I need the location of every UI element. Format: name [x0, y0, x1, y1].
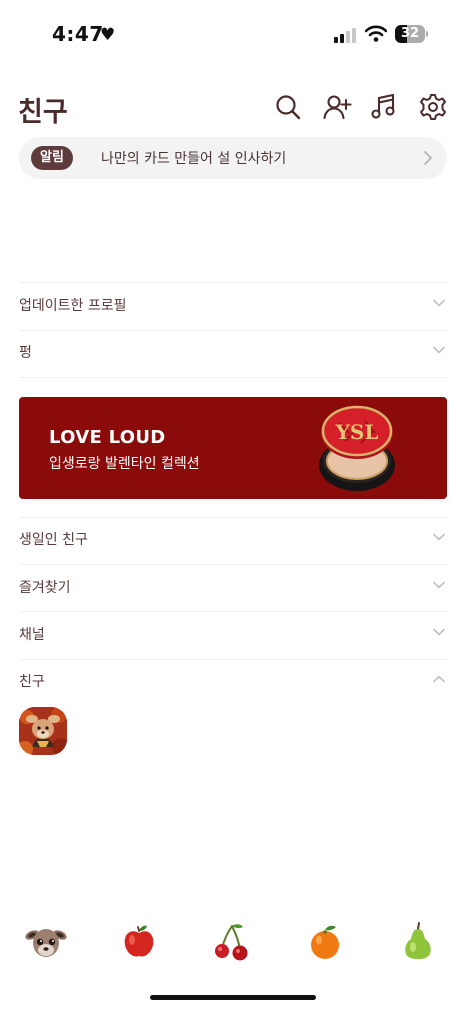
add-friend-icon[interactable]: [322, 92, 352, 122]
home-indicator[interactable]: [150, 995, 316, 1000]
section-label: 업데이트한 프로필: [19, 298, 127, 314]
chevron-up-icon: [433, 675, 445, 683]
chevron-down-icon: [433, 533, 445, 541]
section-label: 채널: [19, 627, 45, 643]
section-friends[interactable]: 친구: [19, 665, 447, 695]
friend-avatar[interactable]: [19, 707, 67, 755]
search-icon[interactable]: [273, 92, 303, 122]
chevron-right-icon: [424, 151, 432, 165]
section-pung[interactable]: 펑: [19, 336, 447, 366]
divider: [19, 659, 447, 660]
ad-banner[interactable]: LOVE LOUD 입생로랑 발렌타인 컬렉션 YSL: [19, 397, 447, 499]
status-bar: 4:47 ♥ 32: [0, 0, 466, 70]
section-channels[interactable]: 채널: [19, 618, 447, 648]
section-updated-profiles[interactable]: 업데이트한 프로필: [19, 289, 447, 319]
deer-icon[interactable]: [24, 920, 68, 964]
chevron-down-icon: [433, 299, 445, 307]
banner-subtitle: 입생로랑 발렌타인 컬렉션: [49, 456, 200, 472]
cellular-signal-icon: [334, 27, 358, 43]
pear-icon[interactable]: [396, 920, 440, 964]
section-label: 친구: [19, 674, 45, 690]
wifi-icon: [364, 25, 388, 46]
divider: [19, 377, 447, 378]
page-title: 친구: [18, 97, 68, 128]
music-icon[interactable]: [369, 92, 399, 122]
notice-banner[interactable]: 알림 나만의 카드 만들어 설 인사하기: [19, 137, 447, 179]
svg-text:YSL: YSL: [335, 420, 379, 444]
divider: [19, 564, 447, 565]
settings-icon[interactable]: [418, 92, 448, 122]
notice-text: 나만의 카드 만들어 설 인사하기: [101, 151, 287, 167]
chevron-down-icon: [433, 581, 445, 589]
chevron-down-icon: [433, 346, 445, 354]
section-label: 즐겨찾기: [19, 580, 71, 596]
section-birthday-friends[interactable]: 생일인 친구: [19, 523, 447, 553]
divider: [19, 517, 447, 518]
orange-icon[interactable]: [303, 920, 347, 964]
divider: [19, 282, 447, 283]
status-time: 4:47: [52, 22, 104, 46]
section-label: 생일인 친구: [19, 532, 88, 548]
chevron-down-icon: [433, 628, 445, 636]
battery-nub: [426, 31, 428, 37]
battery-level: 32: [400, 26, 420, 41]
notice-badge: 알림: [31, 146, 73, 170]
battery-icon: 32: [395, 25, 425, 43]
cushion-compact-image: YSL: [319, 405, 395, 491]
heart-icon: ♥: [100, 25, 116, 45]
divider: [19, 330, 447, 331]
section-favorites[interactable]: 즐겨찾기: [19, 571, 447, 601]
banner-title: LOVE LOUD: [49, 427, 166, 448]
apple-icon[interactable]: [117, 920, 161, 964]
divider: [19, 611, 447, 612]
cherry-icon[interactable]: [210, 920, 254, 964]
section-label: 펑: [19, 345, 32, 361]
